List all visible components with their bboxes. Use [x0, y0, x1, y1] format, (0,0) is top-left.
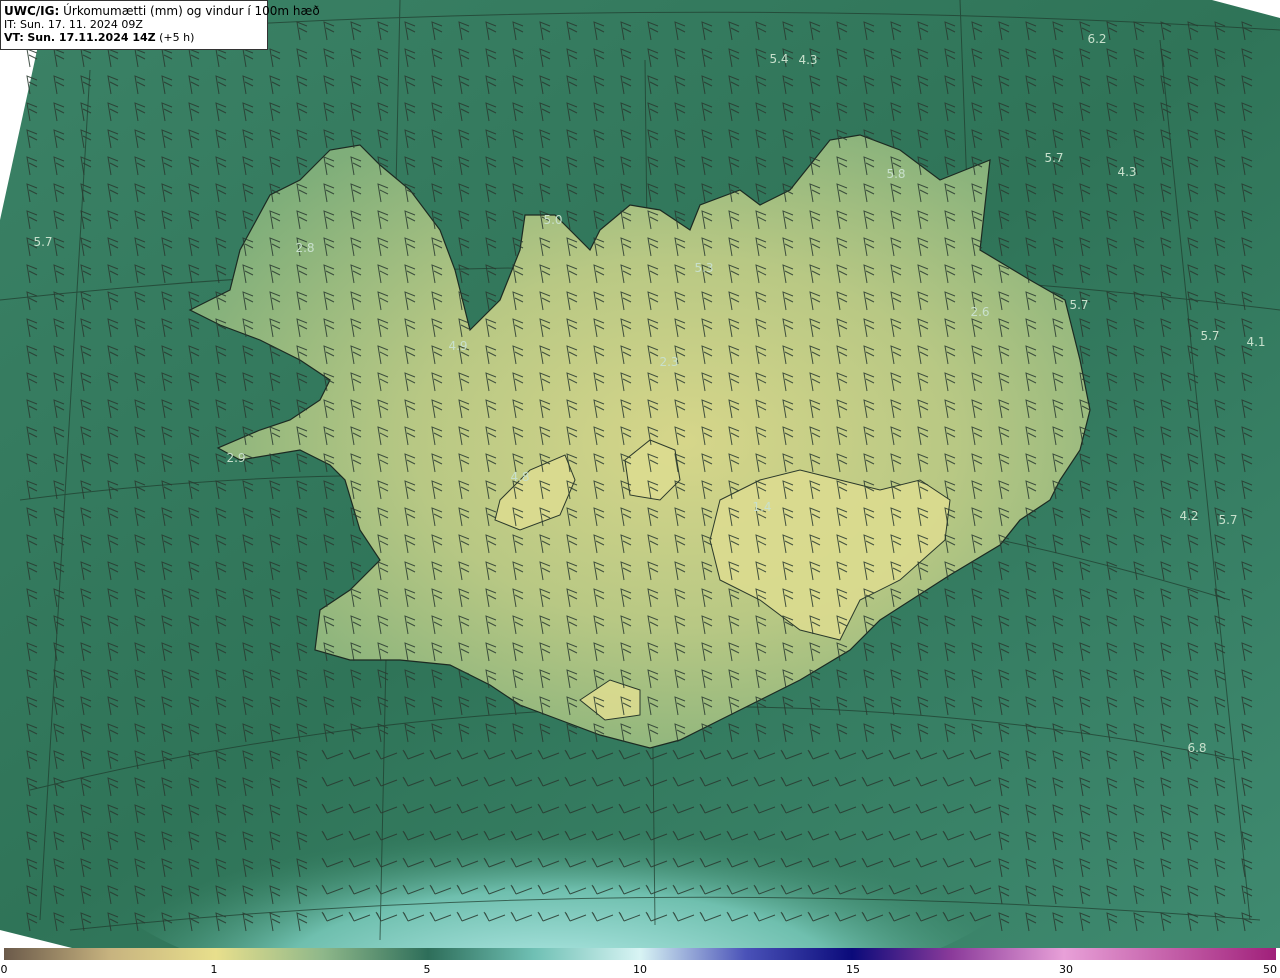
- valid-prefix: VT:: [4, 31, 24, 44]
- init-time-row: IT: Sun. 17. 11. 2024 09Z: [4, 18, 264, 31]
- map-value-21: 6.8: [1187, 741, 1206, 755]
- precipitation-wind-map: 5.4 4.3 6.2 5.7 4.3 5.8 5.0 5.7 2.8 5.3 5.7 2.6 5.7 4…: [0, 0, 1280, 948]
- colorbar-label-5: 5: [423, 963, 431, 976]
- map-value-4: 4.3: [1117, 165, 1136, 179]
- map-value-19: 4.2: [1179, 509, 1198, 523]
- map-value-16: 2.9: [226, 451, 245, 465]
- colorbar-gradient: [4, 948, 1276, 960]
- colorbar-label-10: 10: [633, 963, 647, 976]
- map-value-17: 4.8: [510, 470, 529, 484]
- colorbar-label-0: 0: [0, 963, 8, 976]
- map-value-8: 2.8: [295, 241, 314, 255]
- product-description: Úrkomumætti (mm) og vindur í 100m hæð: [63, 4, 320, 18]
- map-value-15: 2.3: [659, 355, 678, 369]
- colorbar-label-1: 1: [210, 963, 218, 976]
- map-value-12: 5.7: [1200, 329, 1219, 343]
- map-value-18: 1.4: [752, 500, 771, 514]
- colorbar-label-30: 30: [1059, 963, 1073, 976]
- colorbar-label-50: 50: [1263, 963, 1277, 976]
- title-row: UWC/IG: Úrkomumætti (mm) og vindur í 100…: [4, 4, 320, 18]
- model-label: UWC/IG:: [4, 4, 60, 18]
- map-value-1: 4.3: [798, 53, 817, 67]
- colorbar-label-15: 15: [846, 963, 860, 976]
- map-value-10: 5.7: [1069, 298, 1088, 312]
- valid-time-row: VT: Sun. 17.11.2024 14Z (+5 h): [4, 31, 264, 44]
- map-value-7: 5.7: [33, 235, 52, 249]
- map-value-5: 5.8: [886, 167, 905, 181]
- init-time: Sun. 17. 11. 2024 09Z: [19, 18, 143, 31]
- lead-time: (+5 h): [159, 31, 195, 44]
- map-value-0: 5.4: [769, 52, 788, 66]
- map-value-6: 5.0: [543, 213, 562, 227]
- map-value-3: 5.7: [1044, 151, 1063, 165]
- init-prefix: IT:: [4, 18, 17, 31]
- valid-time: Sun. 17.11.2024 14Z: [27, 31, 156, 44]
- map-value-20: 5.7: [1218, 513, 1237, 527]
- colorbar: 0 1 5 10 15 30 50: [0, 948, 1280, 978]
- map-value-2: 6.2: [1087, 32, 1106, 46]
- map-value-14: 4.9: [448, 339, 467, 353]
- info-box: UWC/IG: Úrkomumætti (mm) og vindur í 100…: [0, 0, 320, 50]
- map-value-9: 5.3: [694, 261, 713, 275]
- map-value-11: 2.6: [970, 305, 989, 319]
- map-value-13: 4.1: [1246, 335, 1265, 349]
